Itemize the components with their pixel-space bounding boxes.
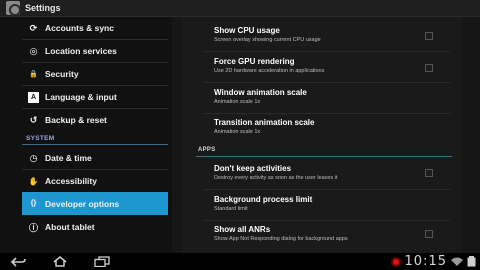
sidebar-item-label: Accessibility: [45, 176, 97, 186]
battery-icon: [467, 256, 476, 267]
options-list: Show CPU usage Screen overlay showing cu…: [182, 17, 462, 253]
action-bar: Settings: [0, 0, 480, 17]
section-header-system: SYSTEM: [26, 135, 55, 142]
sidebar-item-label: Backup & reset: [45, 115, 107, 125]
sidebar-item-label: Location services: [45, 46, 117, 56]
section-header-apps: APPS: [198, 147, 216, 153]
divider: [204, 189, 450, 190]
option-subtitle: Animation scale 1x: [214, 129, 261, 135]
sidebar-item-date-time[interactable]: ◷ Date & time: [22, 147, 168, 169]
option-subtitle: Destroy every activity as soon as the us…: [214, 175, 338, 181]
clock-icon: ◷: [29, 152, 38, 163]
sidebar-item-accessibility[interactable]: ✋ Accessibility: [22, 170, 168, 192]
option-subtitle: Animation scale 1x: [214, 99, 261, 105]
force-gpu-rendering-checkbox[interactable]: [425, 64, 433, 72]
option-title: Transition animation scale: [214, 118, 315, 127]
sidebar-item-language-input[interactable]: A Language & input: [22, 86, 168, 108]
sidebar-item-label: Security: [45, 69, 79, 79]
backup-icon: ↺: [29, 114, 38, 125]
option-title: Show CPU usage: [214, 26, 280, 35]
section-divider: [196, 156, 452, 157]
section-divider: [22, 144, 168, 145]
divider: [204, 82, 450, 83]
app-title: Settings: [25, 3, 61, 13]
sidebar-item-about-tablet[interactable]: ⓘ About tablet: [22, 216, 168, 238]
sidebar-item-developer-options[interactable]: {} Developer options: [22, 192, 168, 215]
sidebar-item-location-services[interactable]: ◎ Location services: [22, 40, 168, 62]
option-title: Show all ANRs: [214, 225, 271, 234]
clock: 10:15: [404, 254, 447, 269]
location-icon: ◎: [29, 45, 38, 56]
record-icon: [390, 256, 401, 267]
status-area[interactable]: 10:15: [390, 253, 476, 270]
home-icon: [53, 256, 67, 267]
option-window-animation-scale[interactable]: Window animation scale Animation scale 1…: [214, 88, 444, 105]
option-background-process-limit[interactable]: Background process limit Standard limit: [214, 195, 444, 212]
option-subtitle: Standard limit: [214, 206, 248, 212]
dont-keep-activities-checkbox[interactable]: [425, 169, 433, 177]
info-icon: ⓘ: [28, 222, 38, 233]
sidebar-item-backup-reset[interactable]: ↺ Backup & reset: [22, 109, 168, 131]
option-show-all-anrs[interactable]: Show all ANRs Show App Not Responding di…: [214, 225, 444, 242]
settings-sidebar: ⟳ Accounts & sync ◎ Location services 🔒 …: [0, 17, 172, 253]
sidebar-item-label: About tablet: [45, 222, 95, 232]
sidebar-item-label: Date & time: [45, 153, 92, 163]
back-button[interactable]: [8, 255, 28, 269]
home-button[interactable]: [50, 255, 70, 269]
sidebar-item-label: Developer options: [45, 198, 120, 209]
hand-icon: ✋: [28, 176, 39, 186]
option-dont-keep-activities[interactable]: Don't keep activities Destroy every acti…: [214, 164, 444, 181]
language-icon: A: [28, 91, 39, 103]
back-arrow-icon: [10, 256, 26, 267]
lock-icon: 🔒: [29, 71, 38, 78]
option-show-cpu-usage[interactable]: Show CPU usage Screen overlay showing cu…: [214, 26, 444, 43]
sidebar-item-label: Language & input: [45, 92, 117, 102]
sidebar-item-label: Accounts & sync: [45, 23, 114, 33]
sidebar-item-accounts-sync[interactable]: ⟳ Accounts & sync: [22, 17, 168, 39]
divider: [204, 220, 450, 221]
divider: [204, 51, 450, 52]
option-transition-animation-scale[interactable]: Transition animation scale Animation sca…: [214, 118, 444, 135]
wifi-icon: [451, 257, 463, 266]
divider: [204, 113, 450, 114]
option-subtitle: Use 2D hardware acceleration in applicat…: [214, 68, 325, 74]
show-all-anrs-checkbox[interactable]: [425, 230, 433, 238]
recent-apps-icon: [94, 256, 110, 267]
option-title: Force GPU rendering: [214, 57, 295, 66]
developer-options-panel: Show CPU usage Screen overlay showing cu…: [172, 17, 480, 253]
sidebar-item-security[interactable]: 🔒 Security: [22, 63, 168, 85]
option-subtitle: Screen overlay showing current CPU usage: [214, 37, 321, 43]
system-bar: 10:15: [0, 253, 480, 270]
sync-icon: ⟳: [29, 22, 38, 33]
recent-apps-button[interactable]: [92, 255, 112, 269]
option-force-gpu-rendering[interactable]: Force GPU rendering Use 2D hardware acce…: [214, 57, 444, 74]
settings-icon[interactable]: [6, 1, 21, 16]
option-title: Window animation scale: [214, 88, 307, 97]
show-cpu-usage-checkbox[interactable]: [425, 32, 433, 40]
option-subtitle: Show App Not Responding dialog for backg…: [214, 236, 348, 242]
option-title: Background process limit: [214, 195, 313, 204]
option-title: Don't keep activities: [214, 164, 292, 173]
braces-icon: {}: [30, 200, 37, 207]
